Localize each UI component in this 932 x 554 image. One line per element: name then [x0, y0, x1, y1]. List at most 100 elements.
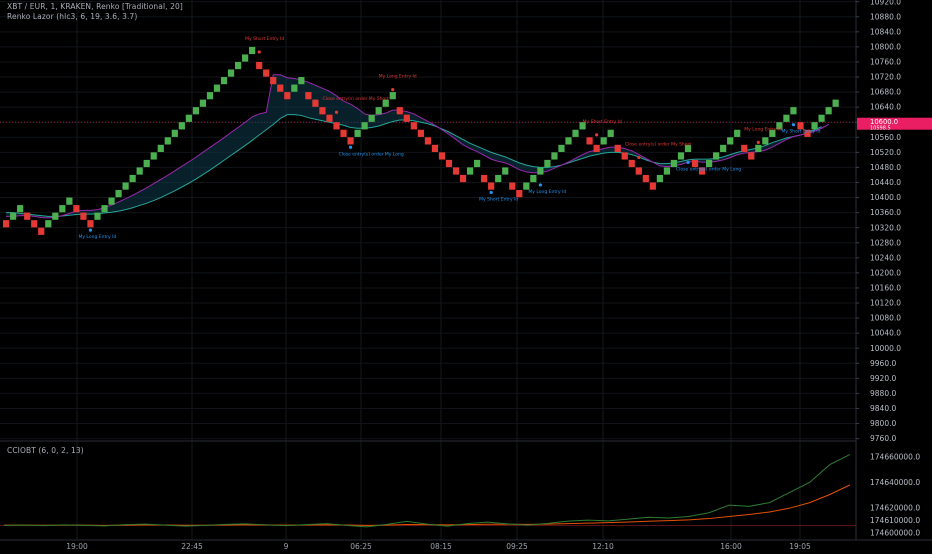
brick-up [551, 152, 558, 160]
time-tick-label: 22:45 [181, 542, 203, 550]
grid-lines [0, 0, 932, 541]
current-price-sub-label: 10598.5 [870, 125, 891, 131]
brick-down [270, 77, 277, 85]
brick-down [452, 167, 460, 175]
time-tick-label: 06:25 [350, 542, 372, 550]
brick-up [755, 144, 762, 153]
symbol-legend[interactable]: XBT / EUR, 1, KRAKEN, Renko [Traditional… [7, 2, 183, 11]
time-tick-label: 09:25 [506, 542, 528, 550]
brick-up [66, 197, 73, 205]
buy-signal-label: Close entry(s) order My Long [339, 151, 404, 157]
brick-down [459, 174, 467, 183]
sell-signal-marker [391, 88, 395, 92]
price-tick-label: 10480.0 [870, 163, 901, 172]
brick-up [523, 182, 530, 190]
brick-up [565, 137, 572, 145]
time-tick-label: 19:00 [66, 542, 88, 550]
ma-fast-line [6, 74, 829, 219]
brick-up [171, 129, 178, 137]
brick-up [52, 212, 59, 220]
brick-up [762, 137, 769, 145]
indicator-legend[interactable]: Renko Lazor (hlc3, 6, 19, 3.6, 3.7) [7, 12, 137, 21]
brick-up [115, 190, 122, 198]
sell-signal-label: My Long Entry Id [379, 74, 417, 80]
brick-up [790, 107, 797, 115]
buy-signal-marker [88, 228, 93, 232]
price-tick-label: 9880.0 [870, 389, 896, 398]
price-tick-label: 10320.0 [870, 223, 901, 232]
buy-signal-label: My Short Entry Id [479, 196, 518, 202]
moving-average-lines [6, 74, 829, 219]
brick-up [670, 159, 678, 168]
brick-up [727, 137, 734, 145]
brick-up [572, 129, 579, 137]
brick-up [17, 205, 24, 213]
brick-up [136, 167, 143, 175]
brick-down [431, 144, 439, 153]
price-tick-label: 10880.0 [870, 12, 901, 21]
strategy-signals: My Short Entry Id Close entry(s) order My… [78, 36, 820, 240]
chart-stage[interactable]: My Short Entry Id Close entry(s) order My… [0, 0, 932, 551]
brick-up [502, 167, 509, 175]
price-tick-label: 10000.0 [870, 344, 901, 353]
price-tick-label: 10120.0 [870, 299, 901, 308]
time-tick-label: 08:15 [430, 542, 452, 550]
price-tick-label: 10440.0 [870, 178, 901, 187]
brick-down [80, 212, 87, 220]
brick-up [361, 122, 368, 130]
brick-up [234, 61, 242, 70]
brick-down [396, 107, 403, 115]
brick-up [734, 129, 741, 137]
brick-down [691, 159, 699, 168]
brick-up [677, 152, 685, 160]
sell-signal-marker [595, 133, 599, 137]
brick-up [122, 182, 129, 190]
brick-up [157, 144, 164, 153]
brick-down [263, 69, 270, 77]
brick-down [481, 174, 488, 183]
price-tick-label: 10160.0 [870, 284, 901, 293]
brick-down [312, 99, 319, 107]
buy-signal-marker [489, 190, 493, 195]
brick-up [94, 212, 101, 220]
price-axis[interactable]: 11280.011240.011200.011160.011120.011080… [856, 0, 932, 443]
price-tick-label: 10400.0 [870, 193, 901, 202]
brick-up [474, 159, 481, 168]
brick-down [628, 159, 635, 168]
brick-up [663, 167, 671, 175]
brick-down [305, 92, 312, 100]
brick-down [38, 227, 45, 235]
renko-chart[interactable]: My Short Entry Id Close entry(s) order My… [0, 0, 932, 551]
brick-down [256, 61, 263, 70]
brick-up [129, 174, 136, 183]
brick-up [600, 137, 607, 145]
brick-down [516, 190, 523, 198]
sell-signal-label: Close entry(s) order My Short [323, 96, 390, 102]
sell-signal-label: My Short Entry Id [245, 36, 284, 42]
brick-down [424, 137, 431, 145]
brick-down [438, 152, 446, 160]
brick-down [24, 212, 31, 220]
brick-down [31, 220, 38, 228]
time-tick-label: 16:00 [720, 542, 742, 550]
price-tick-label: 10200.0 [870, 268, 901, 277]
price-tick-label: 9760.0 [870, 434, 896, 443]
time-axis[interactable]: 19:00 22:45 9 06:25 08:15 09:25 12:10 16:00 19:0… [66, 542, 811, 551]
osc-tick-label: 174600000.0 [870, 529, 920, 538]
price-tick-label: 10280.0 [870, 238, 901, 247]
brick-down [642, 174, 649, 183]
brick-up [59, 205, 66, 213]
brick-up [220, 77, 228, 85]
sell-signal-marker [334, 110, 339, 114]
brick-down [509, 182, 516, 190]
brick-up [178, 122, 185, 130]
oscillator-pane: 174660000.0 174640000.0 174620000.0 1746100… [0, 453, 920, 538]
price-tick-label: 10760.0 [870, 58, 901, 67]
oscillator-legend[interactable]: CCIOBT (6, 0, 2, 13) [7, 446, 84, 455]
brick-down [445, 159, 453, 168]
brick-up [185, 114, 192, 122]
brick-up [706, 159, 713, 168]
brick-up [242, 54, 249, 62]
osc-slow-line [4, 484, 851, 526]
sell-signal-marker [756, 140, 760, 144]
